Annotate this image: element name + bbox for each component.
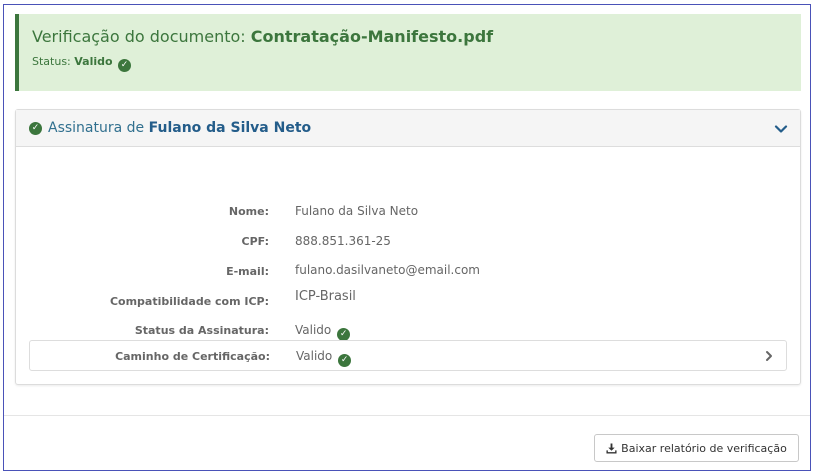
signature-panel-header[interactable]: ✓ Assinatura de Fulano da Silva Neto <box>16 110 800 147</box>
download-icon <box>606 442 617 454</box>
icp-compat-label: Compatibilidade com ICP: <box>109 295 269 308</box>
chevron-right-icon[interactable] <box>764 350 774 362</box>
signature-panel: ✓ Assinatura de Fulano da Silva Neto Nom… <box>15 109 801 385</box>
check-circle-icon: ✓ <box>338 354 352 367</box>
status-label: Status: <box>32 55 71 68</box>
signature-status-text: Valido <box>295 323 332 337</box>
name-value: Fulano da Silva Neto <box>295 204 419 218</box>
signature-title-prefix: Assinatura de <box>48 120 145 136</box>
signer-name: Fulano da Silva Neto <box>148 120 312 136</box>
download-report-button[interactable]: Baixar relatório de verificação <box>594 434 799 462</box>
signature-panel-title: Assinatura de Fulano da Silva Neto <box>48 120 311 136</box>
cpf-label: CPF: <box>241 235 269 248</box>
signature-status-label: Status da Assinatura: <box>134 324 269 337</box>
status-value: Valido <box>74 55 113 68</box>
footer-divider <box>4 415 810 416</box>
banner-title: Verificação do documento: Contratação-Ma… <box>32 27 493 46</box>
certification-path-value: Valido ✓ <box>296 349 352 367</box>
banner-status: Status: Valido ✓ <box>32 55 132 72</box>
email-value: fulano.dasilvaneto@email.com <box>295 263 480 277</box>
name-label: Nome: <box>228 205 269 218</box>
verification-window: Verificação do documento: Contratação-Ma… <box>3 4 811 471</box>
banner-title-prefix: Verificação do documento: <box>32 27 246 46</box>
verification-banner: Verificação do documento: Contratação-Ma… <box>15 14 801 91</box>
check-circle-icon: ✓ <box>29 122 42 135</box>
download-report-label: Baixar relatório de verificação <box>621 441 787 455</box>
signature-status-value: Valido ✓ <box>295 323 351 341</box>
certification-path-row[interactable]: Caminho de Certificação: Valido ✓ <box>29 340 787 371</box>
chevron-down-icon[interactable] <box>774 122 788 136</box>
check-circle-icon: ✓ <box>118 59 132 72</box>
certification-path-label: Caminho de Certificação: <box>115 350 270 363</box>
email-label: E-mail: <box>226 265 269 278</box>
document-name: Contratação-Manifesto.pdf <box>250 27 494 46</box>
certification-path-text: Valido <box>296 349 333 363</box>
icp-compat-value: ICP-Brasil <box>295 289 356 304</box>
cpf-value: 888.851.361-25 <box>295 234 391 248</box>
